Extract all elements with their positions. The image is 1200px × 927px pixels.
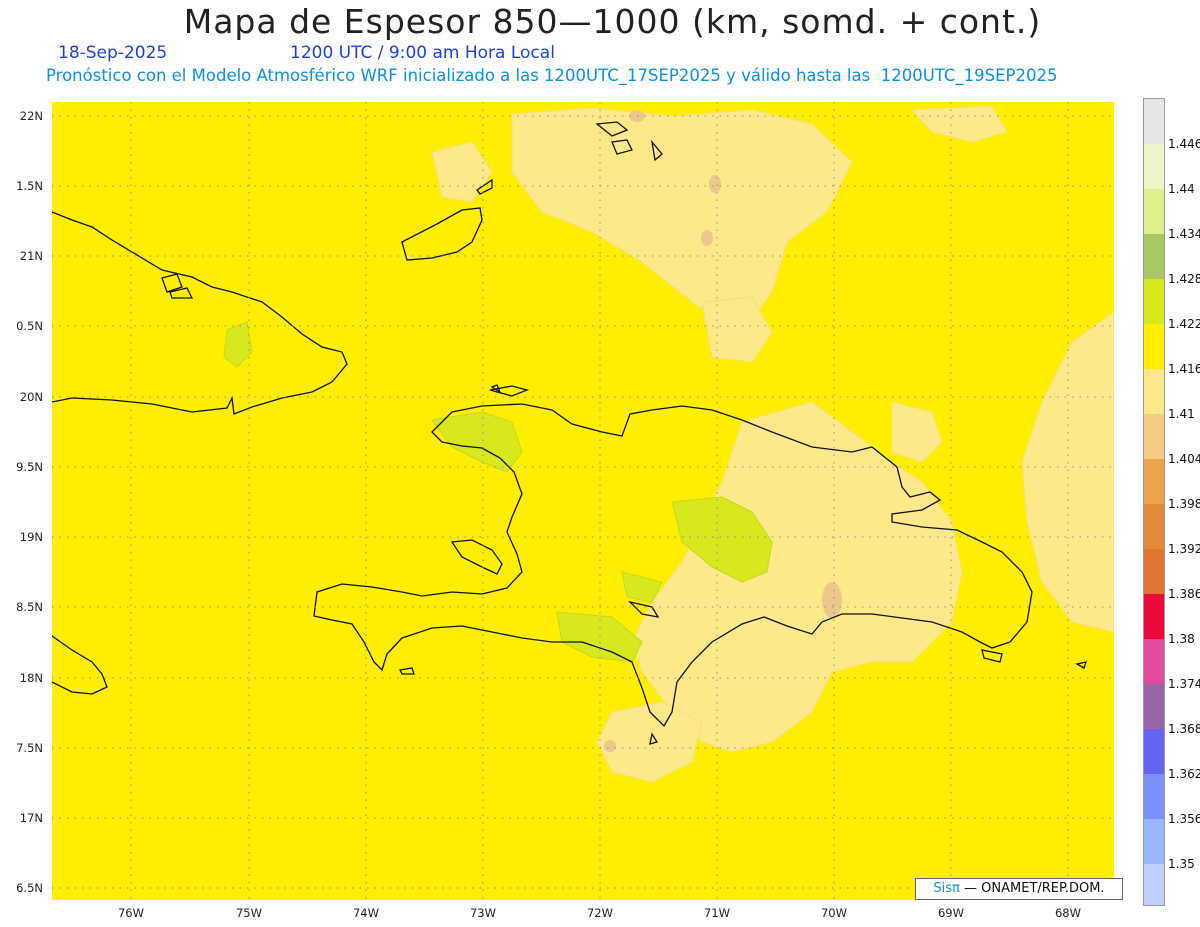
higher-spot xyxy=(822,582,842,618)
coastline-cuba-keys xyxy=(161,273,194,299)
credit-box: Sisπ — ONAMET/REP.DOM. xyxy=(915,878,1123,900)
colorbar xyxy=(1143,98,1165,906)
lat-label: 9.5N xyxy=(16,460,43,474)
lon-label: 72W xyxy=(586,906,613,920)
lon-label: 74W xyxy=(352,906,379,920)
colorbar-label: 1.392 xyxy=(1168,542,1200,556)
lon-label: 73W xyxy=(469,906,496,920)
lat-label: 18N xyxy=(19,671,43,685)
lat-label: 19N xyxy=(19,530,43,544)
high-area-east-cloud xyxy=(891,401,943,463)
lon-label: 76W xyxy=(117,906,144,920)
higher-spot xyxy=(604,740,616,752)
colorbar-label: 1.362 xyxy=(1168,767,1200,781)
thickness-map xyxy=(52,102,1114,900)
high-area-north xyxy=(511,107,853,333)
lat-label: 17N xyxy=(19,811,43,825)
green-area-haiti-north xyxy=(431,411,523,473)
colorbar-label: 1.44 xyxy=(1168,182,1195,196)
colorbar-label: 1.41 xyxy=(1168,407,1195,421)
credit-text: — ONAMET/REP.DOM. xyxy=(964,881,1105,896)
map-title: Mapa de Espesor 850—1000 (km, somd. + co… xyxy=(183,2,1042,41)
lon-label: 69W xyxy=(937,906,964,920)
colorbar-swatch xyxy=(1144,144,1164,189)
colorbar-label: 1.386 xyxy=(1168,587,1200,601)
coastline-jamaica xyxy=(52,635,108,695)
higher-spot xyxy=(701,230,713,246)
colorbar-swatch xyxy=(1144,819,1164,864)
colorbar-swatch xyxy=(1144,459,1164,504)
colorbar-label: 1.35 xyxy=(1168,857,1195,871)
lon-label: 68W xyxy=(1054,906,1081,920)
coastline-tortuga xyxy=(489,385,530,397)
lat-label: 6.5N xyxy=(16,881,43,895)
lon-label: 70W xyxy=(820,906,847,920)
coastline-island-north-1 xyxy=(401,207,483,261)
high-area-northeast xyxy=(910,105,1008,143)
colorbar-label: 1.356 xyxy=(1168,812,1200,826)
colorbar-label: 1.374 xyxy=(1168,677,1200,691)
colorbar-swatch xyxy=(1144,279,1164,324)
colorbar-label: 1.434 xyxy=(1168,227,1200,241)
lat-label: 22N xyxy=(19,109,43,123)
coastline-gonave xyxy=(450,539,503,575)
colorbar-swatch xyxy=(1144,189,1164,234)
thickness-high-areas xyxy=(431,105,1114,783)
colorbar-swatch xyxy=(1144,729,1164,774)
lat-label: 1.5N xyxy=(16,179,43,193)
colorbar-swatch xyxy=(1144,684,1164,729)
colorbar-swatch xyxy=(1144,774,1164,819)
forecast-date: 18-Sep-2025 xyxy=(58,43,168,63)
lat-label: 8.5N xyxy=(16,600,43,614)
colorbar-swatch xyxy=(1144,594,1164,639)
coastline-cuba xyxy=(52,211,348,415)
lon-label: 75W xyxy=(235,906,262,920)
colorbar-label: 1.422 xyxy=(1168,317,1200,331)
colorbar-label: 1.404 xyxy=(1168,452,1200,466)
colorbar-label: 1.368 xyxy=(1168,722,1200,736)
lat-label: 7.5N xyxy=(16,741,43,755)
higher-spot xyxy=(709,175,721,193)
colorbar-swatch xyxy=(1144,864,1164,905)
lat-label: 20N xyxy=(19,390,43,404)
colorbar-label: 1.398 xyxy=(1168,497,1200,511)
lon-label: 71W xyxy=(703,906,730,920)
map-panel xyxy=(52,102,1114,900)
colorbar-swatch xyxy=(1144,324,1164,369)
colorbar-label: 1.446 xyxy=(1168,137,1200,151)
green-area-cuba xyxy=(223,321,253,368)
high-area-east xyxy=(1021,311,1114,633)
colorbar-swatch xyxy=(1144,234,1164,279)
coastline-saona xyxy=(981,649,1003,663)
colorbar-label: 1.416 xyxy=(1168,362,1200,376)
lat-label: 0.5N xyxy=(16,319,43,333)
colorbar-label: 1.428 xyxy=(1168,272,1200,286)
colorbar-swatch xyxy=(1144,504,1164,549)
colorbar-swatch xyxy=(1144,414,1164,459)
colorbar-swatch xyxy=(1144,639,1164,684)
forecast-time: 1200 UTC / 9:00 am Hora Local xyxy=(290,43,555,63)
model-description: Pronóstico con el Modelo Atmosférico WRF… xyxy=(46,66,1058,85)
lat-label: 21N xyxy=(19,249,43,263)
colorbar-swatch xyxy=(1144,549,1164,594)
colorbar-swatch xyxy=(1144,99,1164,144)
colorbar-label: 1.38 xyxy=(1168,632,1195,646)
coastline-mona xyxy=(1075,661,1087,669)
sispi-logo: Sisπ xyxy=(933,881,960,896)
colorbar-swatch xyxy=(1144,369,1164,414)
